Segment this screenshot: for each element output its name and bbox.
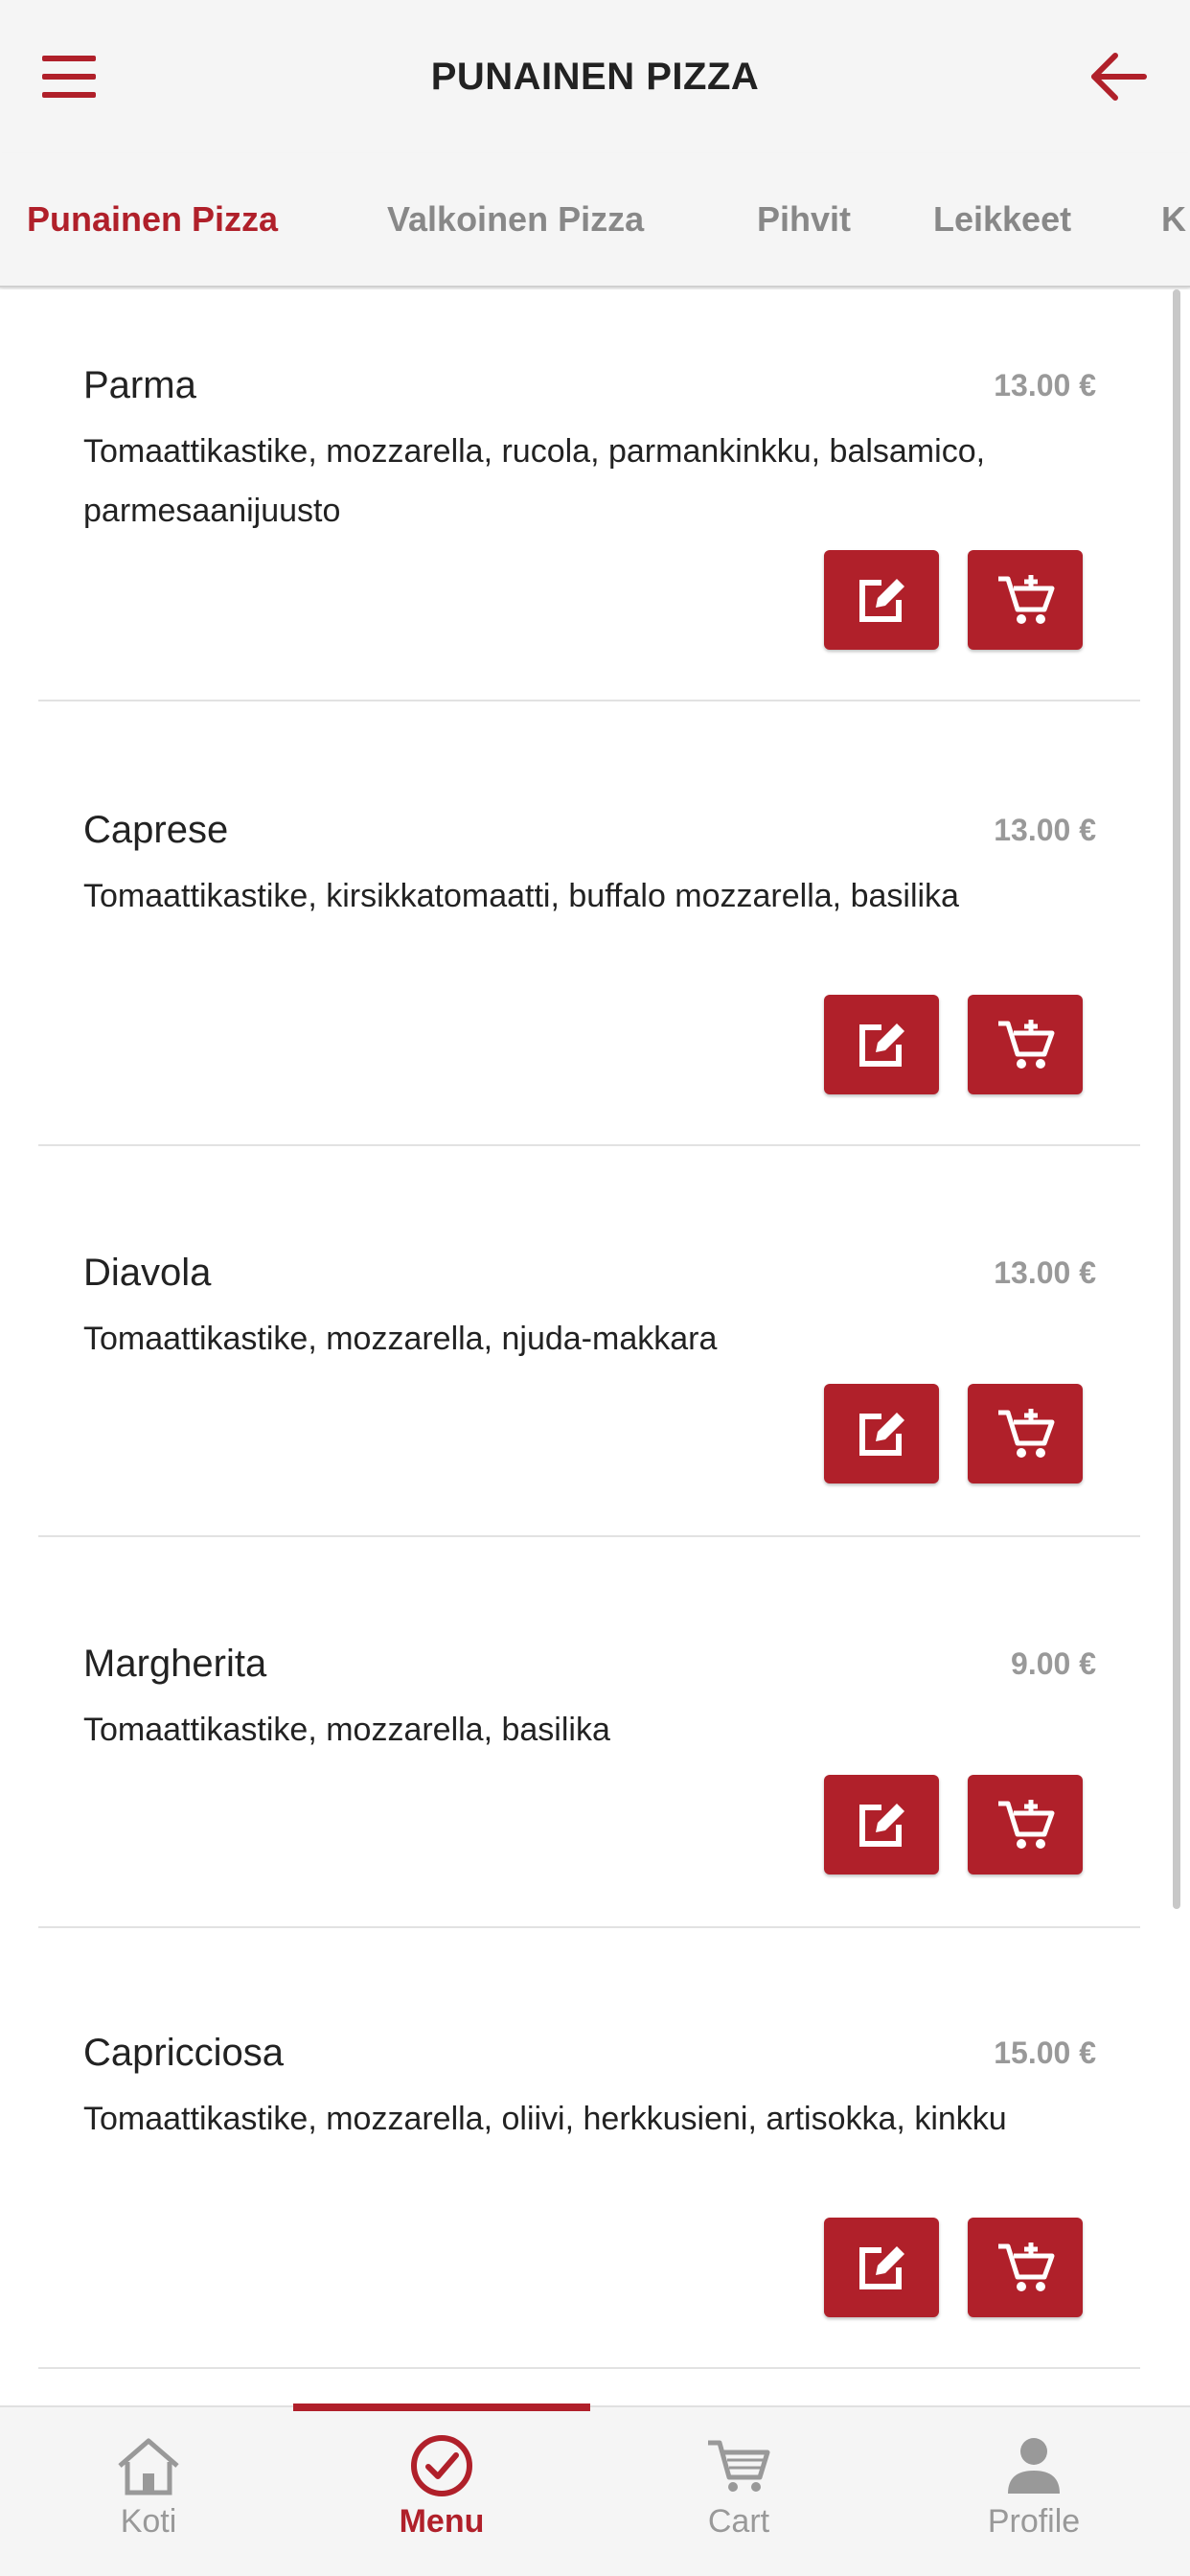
tab-valkoinen-pizza[interactable]: Valkoinen Pizza xyxy=(387,199,644,240)
tab-pihvit[interactable]: Pihvit xyxy=(757,199,851,240)
item-price: 13.00 € xyxy=(994,813,1096,847)
add-to-cart-icon xyxy=(998,575,1055,624)
tab-k[interactable]: K xyxy=(1161,199,1186,240)
menu-item-capricciosa: Capricciosa 15.00 € Tomaattikastike, moz… xyxy=(38,2032,1140,2369)
menu-item-caprese: Caprese 13.00 € Tomaattikastike, kirsikk… xyxy=(38,809,1140,1146)
edit-icon xyxy=(859,1804,904,1847)
item-description: Tomaattikastike, mozzarella, njuda-makka… xyxy=(83,1321,718,1357)
item-name: Caprese xyxy=(83,809,229,851)
check-circle-icon xyxy=(403,2432,480,2499)
menu-item-margherita: Margherita 9.00 € Tomaattikastike, mozza… xyxy=(38,1643,1140,1928)
hamburger-menu-icon[interactable] xyxy=(42,56,96,98)
edit-icon xyxy=(859,2246,904,2289)
nav-profile[interactable]: Profile xyxy=(885,2432,1182,2541)
edit-button[interactable] xyxy=(824,1384,939,1484)
add-to-cart-icon xyxy=(998,2242,1055,2291)
page-title: PUNAINEN PIZZA xyxy=(430,55,760,98)
add-to-cart-button[interactable] xyxy=(968,1775,1083,1874)
add-to-cart-icon xyxy=(998,1020,1055,1069)
edit-icon xyxy=(859,1413,904,1456)
item-name: Parma xyxy=(83,364,196,406)
category-tabs: Punainen Pizza Valkoinen Pizza Pihvit Le… xyxy=(0,153,1190,288)
add-to-cart-button[interactable] xyxy=(968,550,1083,650)
menu-item-parma: Parma 13.00 € Tomaattikastike, mozzarell… xyxy=(38,364,1140,702)
add-to-cart-icon xyxy=(998,1409,1055,1458)
nav-label: Cart xyxy=(707,2503,770,2540)
edit-button[interactable] xyxy=(824,2218,939,2317)
edit-button[interactable] xyxy=(824,550,939,650)
item-name: Margherita xyxy=(83,1643,267,1685)
nav-label: Koti xyxy=(120,2503,177,2540)
nav-cart[interactable]: Cart xyxy=(590,2432,887,2541)
edit-button[interactable] xyxy=(824,1775,939,1874)
nav-koti[interactable]: Koti xyxy=(0,2432,297,2541)
nav-label: Profile xyxy=(987,2503,1081,2540)
home-icon xyxy=(110,2432,187,2499)
add-to-cart-icon xyxy=(998,1800,1055,1849)
edit-icon xyxy=(859,579,904,622)
item-price: 15.00 € xyxy=(994,2036,1096,2070)
add-to-cart-button[interactable] xyxy=(968,995,1083,1094)
item-price: 13.00 € xyxy=(994,368,1096,402)
edit-button[interactable] xyxy=(824,995,939,1094)
nav-label: Menu xyxy=(399,2503,485,2540)
item-description: Tomaattikastike, mozzarella, basilika xyxy=(83,1712,610,1748)
item-description: Tomaattikastike, mozzarella, oliivi, her… xyxy=(83,2101,1007,2137)
active-tab-indicator xyxy=(293,2404,590,2411)
edit-icon xyxy=(859,1024,904,1067)
item-name: Capricciosa xyxy=(83,2032,284,2074)
item-price: 13.00 € xyxy=(994,1255,1096,1290)
app-header: PUNAINEN PIZZA xyxy=(0,0,1190,153)
add-to-cart-button[interactable] xyxy=(968,2218,1083,2317)
person-icon xyxy=(995,2432,1072,2499)
item-price: 9.00 € xyxy=(1011,1646,1096,1681)
nav-menu[interactable]: Menu xyxy=(293,2432,590,2541)
item-name: Diavola xyxy=(83,1252,212,1294)
tab-leikkeet[interactable]: Leikkeet xyxy=(933,199,1071,240)
scrollbar[interactable] xyxy=(1173,289,1180,1909)
add-to-cart-button[interactable] xyxy=(968,1384,1083,1484)
back-arrow-icon[interactable] xyxy=(1085,46,1152,107)
bottom-nav: Koti Menu Cart Profile xyxy=(0,2404,1190,2576)
menu-item-diavola: Diavola 13.00 € Tomaattikastike, mozzare… xyxy=(38,1252,1140,1537)
cart-icon xyxy=(700,2432,777,2499)
item-description: Tomaattikastike, mozzarella, rucola, par… xyxy=(83,433,986,529)
tab-punainen-pizza[interactable]: Punainen Pizza xyxy=(27,199,278,240)
item-description: Tomaattikastike, kirsikkatomaatti, buffa… xyxy=(83,878,959,914)
